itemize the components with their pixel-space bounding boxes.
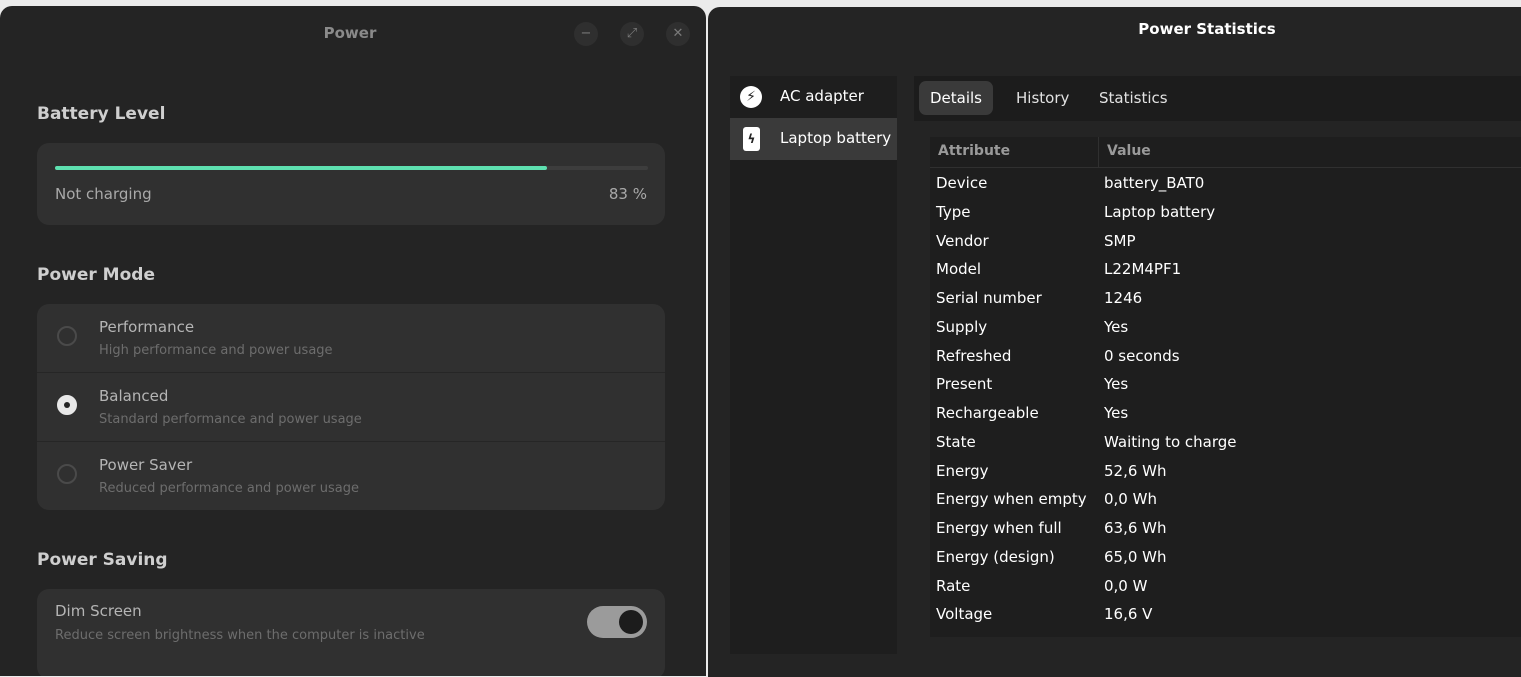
lightning-icon: ⚡ — [740, 86, 762, 108]
value-cell: 63,6 Wh — [1104, 519, 1167, 537]
attribute-cell: State — [936, 432, 976, 451]
dim-screen-description: Reduce screen brightness when the comput… — [55, 628, 425, 643]
value-cell: 0 seconds — [1104, 346, 1180, 365]
radio-balanced[interactable] — [57, 395, 77, 415]
value-cell: Yes — [1104, 375, 1129, 394]
power-mode-balanced[interactable]: Balanced Standard performance and power … — [37, 372, 665, 441]
attribute-cell: Energy when full — [936, 519, 1062, 537]
value-cell: 16,6 V — [1104, 605, 1153, 624]
dim-screen-toggle[interactable] — [587, 606, 647, 638]
radio-performance[interactable] — [57, 326, 77, 346]
mode-label: Performance — [99, 318, 195, 336]
table-row[interactable]: Type Laptop battery — [930, 198, 1521, 227]
device-item-laptop-battery[interactable]: ϟ Laptop battery — [730, 118, 897, 160]
table-row[interactable]: Energy 52,6 Wh — [930, 457, 1521, 486]
table-row[interactable]: Serial number 1246 — [930, 284, 1521, 313]
mode-description: High performance and power usage — [99, 343, 333, 358]
table-row[interactable]: Energy when empty 0,0 Wh — [930, 485, 1521, 514]
table-row[interactable]: Voltage 16,6 V — [930, 600, 1521, 629]
battery-level-card: Not charging 83 % — [37, 143, 665, 225]
table-row[interactable]: Model L22M4PF1 — [930, 255, 1521, 284]
toggle-knob — [619, 610, 643, 634]
table-row[interactable]: Supply Yes — [930, 313, 1521, 342]
battery-status-text: Not charging — [55, 185, 152, 203]
attribute-cell: Rate — [936, 576, 971, 595]
attribute-cell: Energy when empty — [936, 490, 1087, 509]
mode-label: Power Saver — [99, 456, 193, 474]
attribute-cell: Voltage — [936, 605, 993, 624]
power-saving-heading: Power Saving — [37, 550, 168, 570]
value-cell: 0,0 W — [1104, 576, 1148, 595]
attribute-cell: Model — [936, 260, 982, 279]
mode-description: Standard performance and power usage — [99, 412, 362, 427]
power-saving-card: Dim Screen Reduce screen brightness when… — [37, 589, 665, 676]
table-row[interactable]: Rechargeable Yes — [930, 399, 1521, 428]
power-settings-window: Power − ⤢ ✕ Battery Level Not charging 8… — [0, 6, 706, 676]
dim-screen-label: Dim Screen — [55, 602, 142, 620]
power-header-bar: Power − ⤢ ✕ — [0, 6, 706, 62]
attribute-cell: Energy (design) — [936, 547, 1055, 566]
table-row[interactable]: Device battery_BAT0 — [930, 169, 1521, 198]
attribute-cell: Serial number — [936, 289, 1042, 307]
attribute-cell: Vendor — [936, 231, 989, 250]
value-cell: Waiting to charge — [1104, 432, 1237, 451]
column-header-attribute[interactable]: Attribute — [938, 143, 1010, 159]
column-header-value[interactable]: Value — [1107, 143, 1151, 159]
table-row[interactable]: Present Yes — [930, 370, 1521, 399]
radio-power-saver[interactable] — [57, 464, 77, 484]
value-cell: 1246 — [1104, 289, 1143, 307]
power-statistics-window: Power Statistics ⚡ AC adapter ϟ Laptop b… — [708, 7, 1521, 677]
maximize-button[interactable]: ⤢ — [620, 22, 644, 46]
attribute-cell: Type — [936, 202, 971, 221]
tab-details[interactable]: Details — [919, 81, 994, 115]
battery-charging-icon: ϟ — [743, 127, 760, 151]
battery-level-bar — [55, 166, 648, 170]
battery-level-heading: Battery Level — [37, 104, 166, 124]
device-label: Laptop battery — [780, 129, 892, 147]
attribute-cell: Rechargeable — [936, 404, 1039, 422]
value-cell: Yes — [1104, 404, 1129, 422]
value-cell: Laptop battery — [1104, 202, 1216, 221]
tab-bar: Details History Statistics — [914, 76, 1521, 121]
attribute-cell: Supply — [936, 317, 988, 336]
tab-statistics[interactable]: Statistics — [1088, 81, 1179, 115]
attribute-cell: Present — [936, 375, 993, 394]
attribute-cell: Device — [936, 174, 988, 192]
table-row[interactable]: State Waiting to charge — [930, 428, 1521, 457]
device-label: AC adapter — [780, 87, 864, 105]
power-mode-card: Performance High performance and power u… — [37, 304, 665, 510]
power-mode-performance[interactable]: Performance High performance and power u… — [37, 304, 665, 372]
table-row[interactable]: Energy (design) 65,0 Wh — [930, 543, 1521, 572]
table-row[interactable]: Vendor SMP — [930, 227, 1521, 256]
value-cell: battery_BAT0 — [1104, 174, 1205, 192]
mode-label: Balanced — [99, 387, 169, 405]
tab-history[interactable]: History — [1005, 81, 1080, 115]
value-cell: 65,0 Wh — [1104, 547, 1167, 566]
attribute-cell: Energy — [936, 461, 989, 480]
value-cell: 52,6 Wh — [1104, 461, 1167, 480]
value-cell: 0,0 Wh — [1104, 490, 1157, 509]
table-header: Attribute Value — [930, 137, 1521, 168]
window-title: Power Statistics — [1138, 20, 1276, 38]
close-button[interactable]: ✕ — [666, 22, 690, 46]
device-list: ⚡ AC adapter ϟ Laptop battery — [730, 76, 897, 654]
column-divider — [1098, 137, 1099, 167]
power-mode-power-saver[interactable]: Power Saver Reduced performance and powe… — [37, 441, 665, 510]
value-cell: SMP — [1104, 231, 1136, 250]
attribute-cell: Refreshed — [936, 346, 1012, 365]
table-row[interactable]: Rate 0,0 W — [930, 572, 1521, 601]
mode-description: Reduced performance and power usage — [99, 481, 359, 496]
details-table: Attribute Value Device battery_BAT0 Type La… — [930, 137, 1521, 637]
dim-screen-row: Dim Screen Reduce screen brightness when… — [37, 589, 665, 657]
value-cell: L22M4PF1 — [1104, 260, 1182, 279]
value-cell: Yes — [1104, 317, 1129, 336]
power-mode-heading: Power Mode — [37, 265, 155, 285]
battery-level-fill — [55, 166, 548, 170]
table-row[interactable]: Energy when full 63,6 Wh — [930, 514, 1521, 543]
device-item-ac-adapter[interactable]: ⚡ AC adapter — [730, 76, 897, 118]
battery-percent-text: 83 % — [608, 185, 647, 203]
minimize-button[interactable]: − — [574, 22, 598, 46]
table-row[interactable]: Refreshed 0 seconds — [930, 342, 1521, 371]
